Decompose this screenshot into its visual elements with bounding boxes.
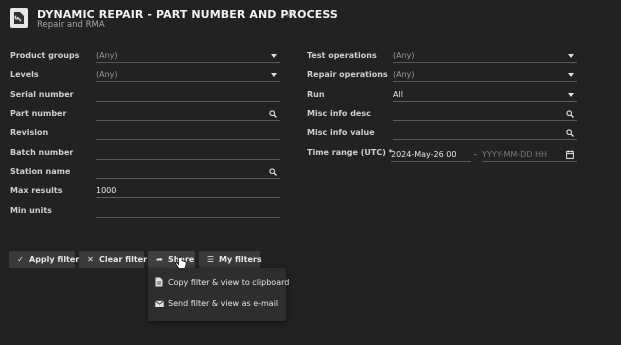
send-email-menu-item[interactable]: Send filter & view as e-mail — [148, 294, 286, 314]
test-operations-dropdown[interactable]: (Any) — [393, 49, 577, 63]
time-range-to-input[interactable]: YYYY-MM-DD HH — [482, 148, 577, 162]
mail-icon — [155, 300, 164, 307]
wrench-document-icon — [14, 12, 24, 24]
chevron-down-icon — [568, 93, 574, 97]
levels-label: Levels — [10, 70, 39, 79]
test-operations-label: Test operations — [307, 51, 377, 60]
run-dropdown[interactable]: All — [393, 88, 577, 102]
serial-number-input[interactable] — [96, 88, 280, 102]
apply-filter-button[interactable]: ✓ Apply filter — [9, 251, 79, 268]
app-icon — [10, 8, 28, 28]
time-range-from-input[interactable]: 2024-May-26 00 — [391, 148, 471, 162]
station-name-input[interactable] — [96, 165, 280, 179]
search-icon[interactable] — [566, 110, 574, 118]
run-label: Run — [307, 90, 325, 99]
share-button[interactable]: ➦Share — [148, 251, 195, 268]
chevron-down-icon — [271, 54, 277, 58]
misc-info-desc-input[interactable] — [393, 107, 577, 121]
serial-number-label: Serial number — [10, 90, 74, 99]
calendar-icon[interactable] — [566, 150, 574, 159]
time-range-label: Time range (UTC) * — [307, 148, 393, 157]
product-groups-value: (Any) — [96, 51, 118, 60]
hand-cursor-icon — [175, 256, 187, 269]
misc-info-value-label: Misc info value — [307, 128, 375, 137]
send-email-label: Send filter & view as e-mail — [168, 299, 279, 308]
share-menu: Copy filter & view to clipboard Send fil… — [148, 268, 290, 321]
levels-value: (Any) — [96, 70, 118, 79]
min-units-input[interactable] — [96, 204, 280, 218]
page-subtitle: Repair and RMA — [37, 20, 105, 30]
close-icon: ✕ — [87, 255, 94, 264]
product-groups-label: Product groups — [10, 51, 80, 60]
star-outline-icon[interactable]: ☆ — [285, 7, 295, 20]
product-groups-dropdown[interactable]: (Any) — [96, 49, 280, 63]
chevron-down-icon — [568, 54, 574, 58]
batch-number-input[interactable] — [96, 146, 280, 160]
levels-dropdown[interactable]: (Any) — [96, 68, 280, 82]
station-name-label: Station name — [10, 167, 71, 176]
revision-label: Revision — [10, 128, 49, 137]
apply-filter-label: Apply filter — [29, 255, 80, 264]
repair-operations-label: Repair operations — [307, 70, 388, 79]
filter-icon: ☰ — [206, 255, 215, 264]
search-icon[interactable] — [269, 110, 277, 118]
misc-info-value-input[interactable] — [393, 126, 577, 140]
chevron-down-icon — [271, 73, 277, 77]
max-results-value: 1000 — [96, 186, 117, 195]
max-results-input[interactable]: 1000 — [96, 184, 280, 198]
clear-filter-label: Clear filter — [99, 255, 148, 264]
run-value: All — [393, 90, 403, 99]
copy-to-clipboard-label: Copy filter & view to clipboard — [168, 278, 290, 287]
part-number-input[interactable] — [96, 107, 280, 121]
batch-number-label: Batch number — [10, 148, 74, 157]
search-icon[interactable] — [269, 168, 277, 176]
time-range-from-value: 2024-May-26 00 — [391, 150, 457, 159]
checkmark-icon: ✓ — [17, 255, 24, 264]
share-arrow-icon: ➦ — [156, 255, 163, 264]
test-operations-value: (Any) — [393, 51, 415, 60]
min-units-label: Min units — [10, 206, 52, 215]
time-range-separator: - — [474, 150, 477, 159]
repair-operations-dropdown[interactable]: (Any) — [393, 68, 577, 82]
document-icon — [155, 277, 163, 287]
my-filters-button[interactable]: ☰ My filters — [199, 251, 262, 268]
repair-operations-value: (Any) — [393, 70, 415, 79]
max-results-label: Max results — [10, 186, 63, 195]
revision-input[interactable] — [96, 126, 280, 140]
copy-to-clipboard-menu-item[interactable]: Copy filter & view to clipboard — [148, 273, 290, 293]
misc-info-desc-label: Misc info desc — [307, 109, 371, 118]
chevron-down-icon — [568, 73, 574, 77]
part-number-label: Part number — [10, 109, 67, 118]
search-icon[interactable] — [566, 129, 574, 137]
clear-filter-button[interactable]: ✕ Clear filter — [79, 251, 148, 268]
my-filters-label: My filters — [219, 255, 262, 264]
time-range-to-placeholder: YYYY-MM-DD HH — [482, 150, 548, 159]
